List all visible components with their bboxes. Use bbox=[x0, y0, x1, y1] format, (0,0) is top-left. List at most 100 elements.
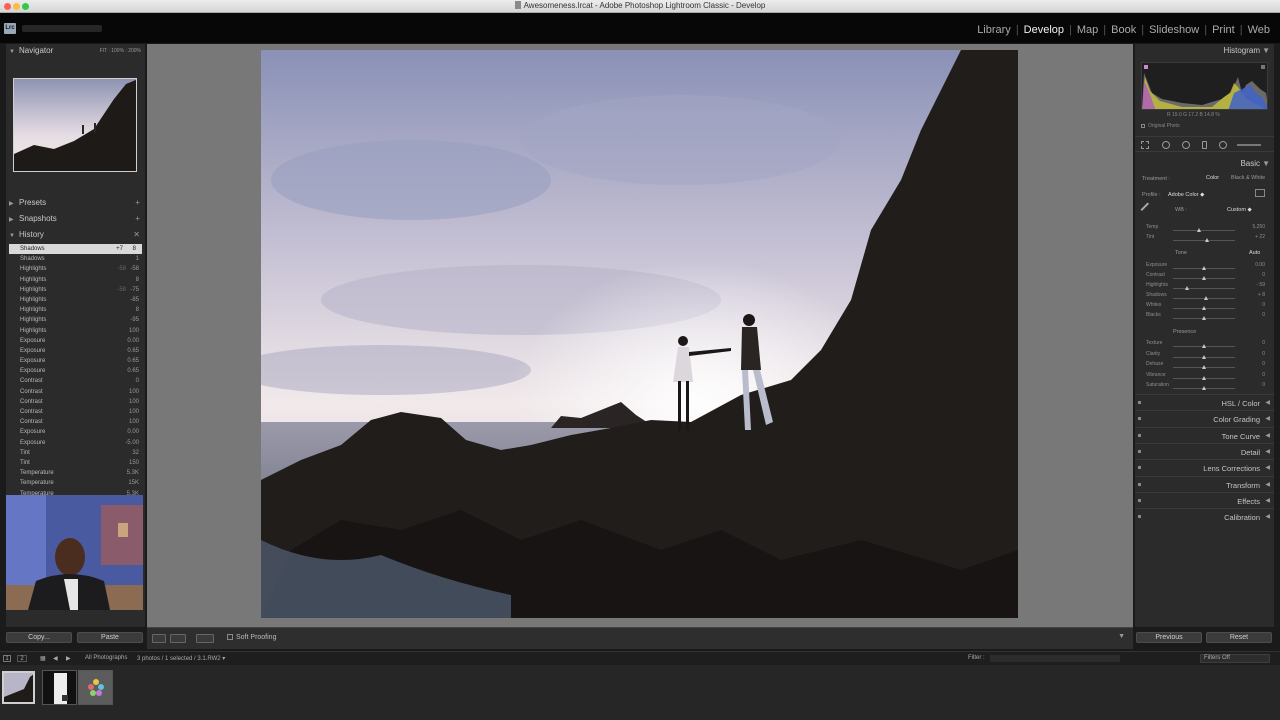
profile-browser-icon[interactable] bbox=[1255, 189, 1265, 197]
history-item[interactable]: Highlights -58 -75 bbox=[6, 285, 145, 295]
treatment-color-option[interactable]: Color bbox=[1206, 175, 1219, 181]
panel-section-tone-curve[interactable]: Tone Curve ◀ bbox=[1135, 426, 1274, 443]
clear-history-icon[interactable]: ✕ bbox=[133, 228, 140, 242]
navigator-header[interactable]: ▼ Navigator FIT : 100% : 200% bbox=[6, 44, 145, 58]
panel-section-lens-corrections[interactable]: Lens Corrections ◀ bbox=[1135, 459, 1274, 475]
module-print[interactable]: Print bbox=[1212, 24, 1235, 36]
history-item[interactable]: Contrast 100 bbox=[6, 407, 145, 417]
history-item[interactable]: Contrast 100 bbox=[6, 397, 145, 407]
slider-track[interactable] bbox=[1173, 306, 1235, 310]
slider-value[interactable]: 0 bbox=[1262, 340, 1265, 346]
panel-section-transform[interactable]: Transform ◀ bbox=[1135, 475, 1274, 492]
slider-value[interactable]: 0 bbox=[1262, 382, 1265, 388]
slider-thumb[interactable] bbox=[1202, 344, 1206, 348]
loupe-view-icon[interactable] bbox=[152, 634, 166, 643]
forward-arrow-icon[interactable]: ▶ bbox=[66, 655, 71, 662]
snapshots-header[interactable]: ▶ Snapshots + bbox=[6, 212, 145, 226]
slider-track[interactable] bbox=[1173, 375, 1235, 380]
slider-value[interactable]: - 59 bbox=[1256, 282, 1265, 288]
slider-thumb[interactable] bbox=[1202, 375, 1206, 380]
slider-track[interactable] bbox=[1173, 238, 1235, 242]
profile-dropdown[interactable]: Adobe Color ◆ bbox=[1168, 192, 1204, 198]
panel-section-color-grading[interactable]: Color Grading ◀ bbox=[1135, 410, 1274, 426]
panel-toggle-icon[interactable] bbox=[1138, 498, 1141, 502]
slider-track[interactable] bbox=[1173, 276, 1235, 280]
source-label[interactable]: All Photographs bbox=[85, 655, 127, 661]
slider-value[interactable]: 0 bbox=[1262, 302, 1265, 308]
slider-value[interactable]: 0 bbox=[1262, 351, 1265, 357]
wb-eyedropper-icon[interactable] bbox=[1140, 202, 1158, 220]
history-item[interactable]: Contrast 0 bbox=[6, 376, 145, 386]
slider-value[interactable]: 5,250 bbox=[1252, 224, 1265, 230]
history-item[interactable]: Contrast 100 bbox=[6, 417, 145, 427]
selection-info[interactable]: 3 photos / 1 selected / 3.1.RW2 ▾ bbox=[137, 655, 225, 662]
module-map[interactable]: Map bbox=[1077, 24, 1098, 36]
rating-filter-controls[interactable] bbox=[990, 655, 1120, 662]
panel-toggle-icon[interactable] bbox=[1138, 466, 1141, 470]
panel-section-detail[interactable]: Detail ◀ bbox=[1135, 442, 1274, 459]
slider-track[interactable] bbox=[1173, 365, 1235, 369]
slider-thumb[interactable] bbox=[1202, 354, 1206, 359]
panel-toggle-icon[interactable] bbox=[1138, 417, 1141, 421]
slider-thumb[interactable] bbox=[1202, 386, 1206, 390]
slider-track[interactable] bbox=[1173, 316, 1235, 320]
filmstrip-thumbnail[interactable] bbox=[42, 670, 77, 705]
panel-section-hsl-color[interactable]: HSL / Color ◀ bbox=[1135, 394, 1274, 410]
history-item[interactable]: Exposure -5.00 bbox=[6, 438, 145, 448]
panel-toggle-icon[interactable] bbox=[1138, 449, 1141, 453]
history-item[interactable]: Highlights 8 bbox=[6, 305, 145, 315]
slider-value[interactable]: 0 bbox=[1262, 372, 1265, 378]
slider-track[interactable] bbox=[1173, 286, 1235, 290]
histogram-graph[interactable] bbox=[1141, 62, 1268, 110]
filmstrip-thumbnail[interactable] bbox=[78, 670, 113, 705]
add-snapshot-icon[interactable]: + bbox=[135, 212, 140, 226]
navigator-preview[interactable] bbox=[13, 78, 137, 172]
copy-settings-button[interactable]: Copy... bbox=[6, 632, 72, 643]
slider-track[interactable] bbox=[1173, 386, 1235, 390]
before-after-swap-icon[interactable] bbox=[196, 634, 214, 643]
panel-toggle-icon[interactable] bbox=[1138, 433, 1141, 437]
navigator-zoom-options[interactable]: FIT : 100% : 200% bbox=[100, 44, 141, 58]
history-item[interactable]: Shadows +7 8 bbox=[9, 244, 142, 255]
slider-thumb[interactable] bbox=[1205, 238, 1210, 242]
history-item[interactable]: Tint 150 bbox=[6, 458, 145, 468]
history-item[interactable]: Shadows 1 bbox=[6, 254, 145, 264]
crop-tool-icon[interactable] bbox=[1141, 141, 1149, 149]
slider-track[interactable] bbox=[1173, 354, 1235, 359]
slider-track[interactable] bbox=[1173, 344, 1235, 348]
grid-view-icon[interactable]: ▦ bbox=[40, 655, 46, 662]
panel-toggle-icon[interactable] bbox=[1138, 482, 1141, 486]
filmstrip-thumbnail[interactable] bbox=[2, 671, 35, 704]
history-item[interactable]: Exposure 0.00 bbox=[6, 427, 145, 437]
module-slideshow[interactable]: Slideshow bbox=[1149, 24, 1199, 36]
paste-settings-button[interactable]: Paste bbox=[77, 632, 143, 643]
module-library[interactable]: Library bbox=[977, 24, 1011, 36]
history-item[interactable]: Temperature 15K bbox=[6, 478, 145, 488]
slider-thumb[interactable] bbox=[1202, 276, 1206, 280]
slider-track[interactable] bbox=[1173, 228, 1235, 232]
history-item[interactable]: Highlights 8 bbox=[6, 275, 145, 285]
history-item[interactable]: Highlights 100 bbox=[6, 326, 145, 336]
add-preset-icon[interactable]: + bbox=[135, 196, 140, 210]
history-header[interactable]: ▼ History ✕ bbox=[6, 228, 145, 242]
slider-thumb[interactable] bbox=[1202, 316, 1206, 320]
basic-header[interactable]: Basic ▼ bbox=[1135, 157, 1274, 171]
panel-toggle-icon[interactable] bbox=[1138, 515, 1141, 519]
slider-value[interactable]: 0 bbox=[1262, 361, 1265, 367]
main-window-button[interactable]: 1 bbox=[3, 655, 11, 662]
slider-thumb[interactable] bbox=[1184, 286, 1189, 290]
presets-header[interactable]: ▶ Presets + bbox=[6, 196, 145, 210]
toolbar-menu-icon[interactable]: ▼ bbox=[1118, 633, 1125, 640]
history-item[interactable]: Highlights -95 bbox=[6, 315, 145, 325]
wb-dropdown[interactable]: Custom ◆ bbox=[1227, 207, 1252, 213]
module-book[interactable]: Book bbox=[1111, 24, 1136, 36]
slider-value[interactable]: 0.00 bbox=[1255, 262, 1265, 268]
slider-value[interactable]: + 8 bbox=[1258, 292, 1265, 298]
auto-tone-button[interactable]: Auto bbox=[1249, 250, 1260, 256]
before-after-view-icon[interactable] bbox=[170, 634, 186, 643]
soft-proofing-toggle[interactable]: Soft Proofing bbox=[227, 634, 276, 641]
history-item[interactable]: Exposure 0.65 bbox=[6, 356, 145, 366]
history-item[interactable]: Highlights -85 bbox=[6, 295, 145, 305]
reset-button[interactable]: Reset bbox=[1206, 632, 1272, 643]
highlight-clipping-indicator[interactable] bbox=[1261, 65, 1265, 69]
